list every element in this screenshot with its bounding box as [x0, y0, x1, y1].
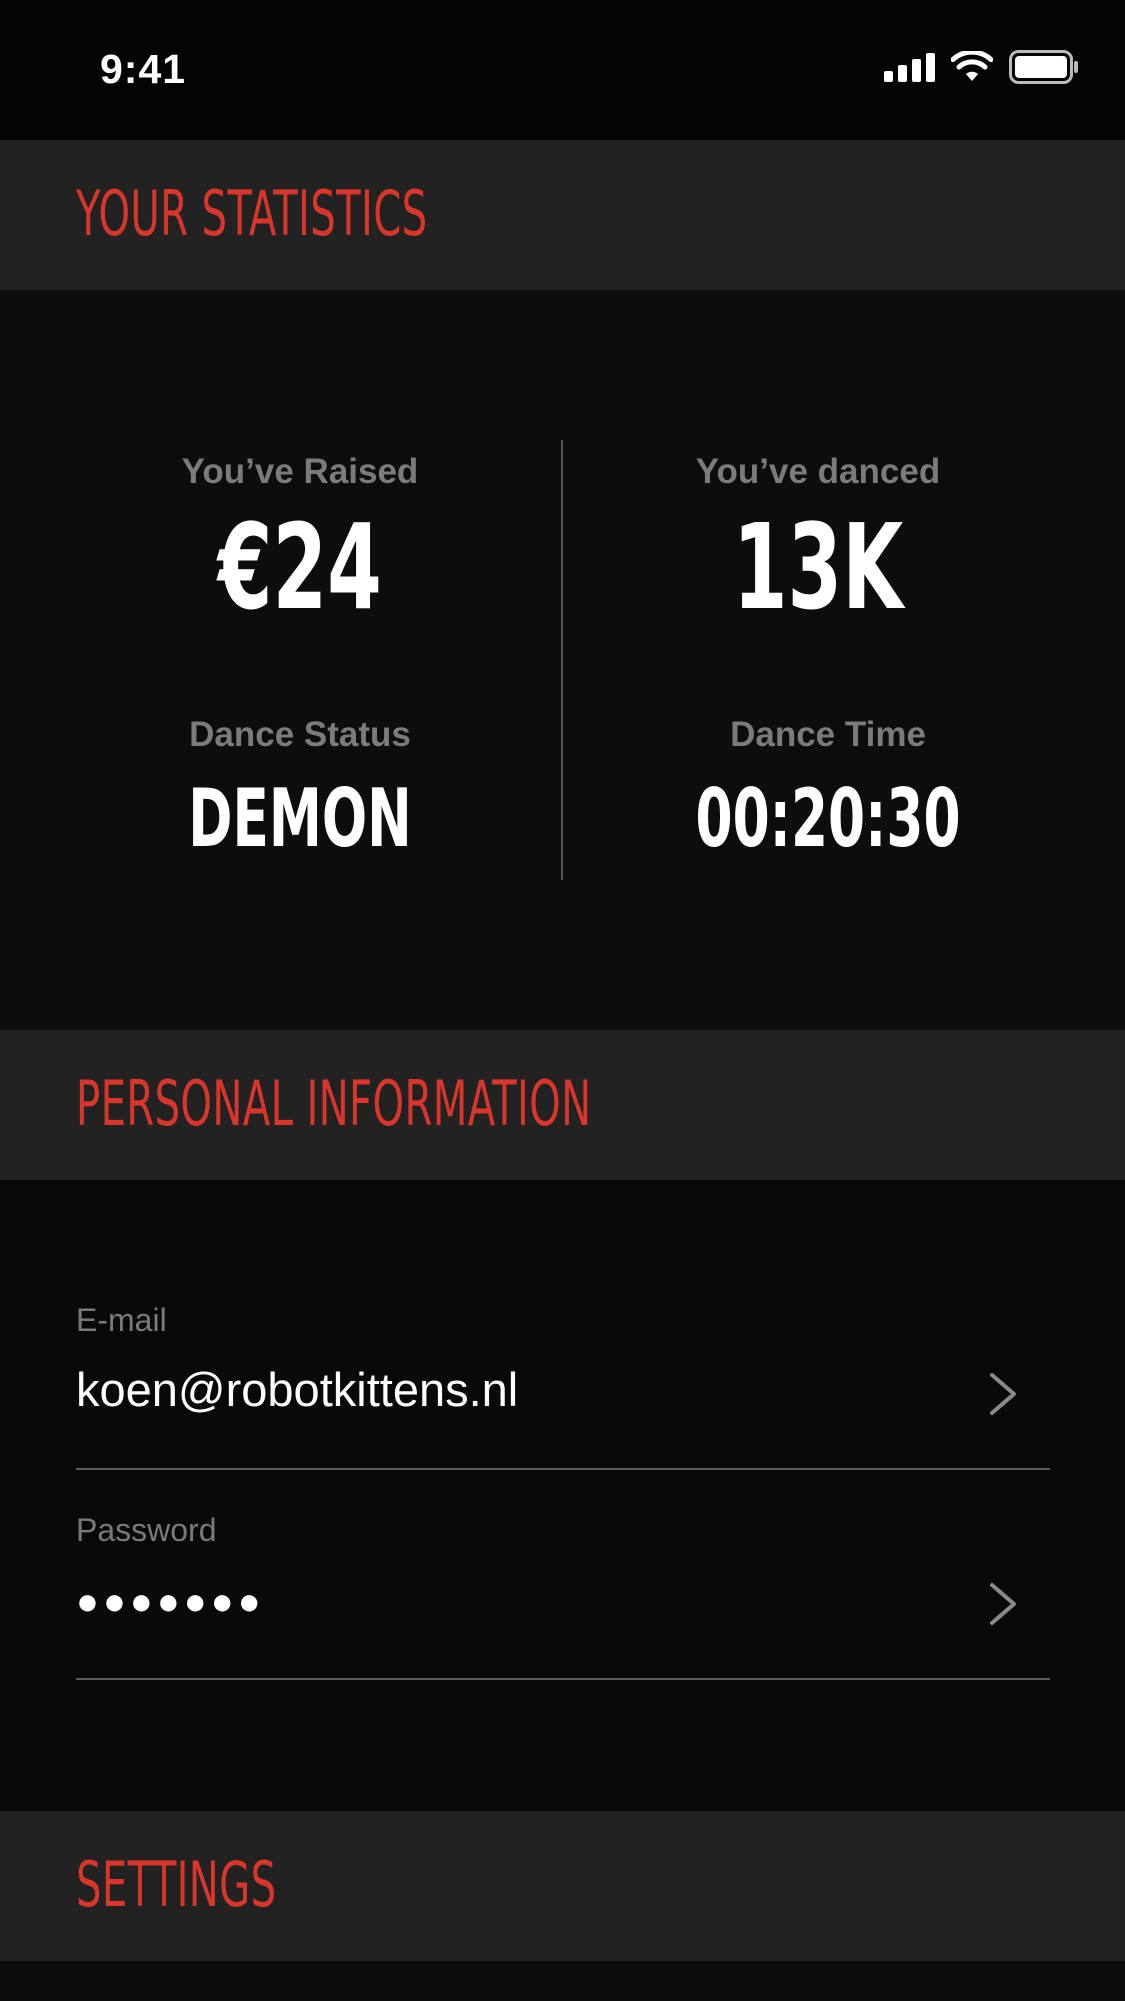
- personal-title: PERSONAL INFORMATION: [76, 1067, 592, 1140]
- dance-time-label: Dance Time: [730, 715, 926, 754]
- email-row[interactable]: E-mail koen@robotkittens.nl: [76, 1300, 1050, 1470]
- bottom-area: [0, 1961, 1125, 2001]
- wifi-icon: [951, 51, 993, 81]
- settings-title: SETTINGS: [76, 1848, 277, 1921]
- statistics-section-header: YOUR STATISTICS: [0, 140, 1125, 290]
- password-row[interactable]: Password ●●●●●●●: [76, 1510, 1050, 1680]
- statistics-panel: You’ve Raised €24 You’ve danced 13K Danc…: [0, 290, 1125, 1030]
- password-label: Password: [76, 1512, 217, 1548]
- dance-time-stat: Dance Time 00:20:30: [618, 713, 1038, 869]
- stats-divider: [561, 440, 563, 880]
- password-value: ●●●●●●●: [76, 1581, 265, 1623]
- cellular-signal-icon: [884, 52, 935, 82]
- battery-icon: [1009, 50, 1078, 84]
- chevron-right-icon: [990, 1583, 1016, 1625]
- raised-value: €24: [217, 498, 382, 636]
- profile-screen: 9:41 YOUR STATISTICS You’ve Raised €24 Y…: [0, 0, 1125, 2001]
- dance-status-stat: Dance Status DEMON: [90, 713, 510, 869]
- personal-section-header: PERSONAL INFORMATION: [0, 1030, 1125, 1180]
- statistics-title: YOUR STATISTICS: [76, 177, 428, 250]
- settings-section-header[interactable]: SETTINGS: [0, 1811, 1125, 1961]
- dance-time-value: 00:20:30: [695, 772, 961, 865]
- status-icons: [884, 50, 1079, 84]
- personal-panel: E-mail koen@robotkittens.nl Password ●●●…: [0, 1180, 1125, 1810]
- dance-status-label: Dance Status: [189, 715, 411, 754]
- danced-label: You’ve danced: [695, 452, 941, 491]
- status-time: 9:41: [100, 46, 187, 92]
- danced-stat: You’ve danced 13K: [608, 450, 1028, 632]
- chevron-right-icon: [990, 1373, 1016, 1415]
- email-value: koen@robotkittens.nl: [76, 1363, 519, 1416]
- raised-label: You’ve Raised: [181, 452, 419, 491]
- dance-status-value: DEMON: [188, 772, 412, 865]
- danced-value: 13K: [732, 498, 904, 636]
- raised-stat: You’ve Raised €24: [90, 450, 510, 632]
- status-bar: 9:41: [0, 0, 1125, 140]
- email-label: E-mail: [76, 1302, 167, 1338]
